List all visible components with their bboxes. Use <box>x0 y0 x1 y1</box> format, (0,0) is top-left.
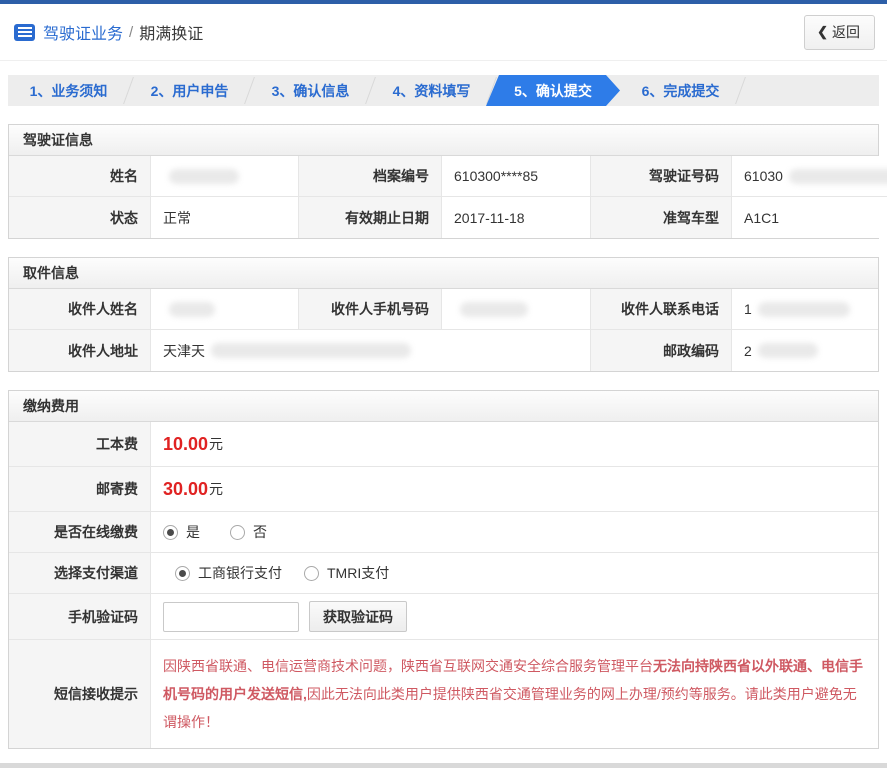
name-label: 姓名 <box>9 156 151 197</box>
payment-section-title: 缴纳费用 <box>9 391 878 422</box>
sms-code-input[interactable] <box>163 601 299 632</box>
recipient-address-value: 天津天 <box>151 330 591 371</box>
online-payment-label: 是否在线缴费 <box>9 512 151 553</box>
name-value <box>151 156 299 197</box>
file-number-value: 610300****85 <box>442 156 591 197</box>
step-6-complete-submit[interactable]: 6、完成提交 <box>620 75 746 106</box>
breadcrumb-current-page: 期满换证 <box>139 26 204 43</box>
vehicle-class-label: 准驾车型 <box>591 197 732 238</box>
status-label: 状态 <box>9 197 151 238</box>
online-no-label: 否 <box>253 524 267 540</box>
step-3-confirm-info[interactable]: 3、确认信息 <box>250 75 376 106</box>
bottom-edge-bar <box>0 763 887 768</box>
online-yes-label: 是 <box>186 524 200 540</box>
postcode-label: 邮政编码 <box>591 330 732 371</box>
recipient-name-label: 收件人姓名 <box>9 289 151 330</box>
back-button-label: 返回 <box>832 23 860 40</box>
payment-section: 缴纳费用 工本费 10.00 元 邮寄费 30.00 元 是否在线缴费 是 否 选择… <box>8 390 879 749</box>
recipient-phone-value: 1 <box>732 289 878 330</box>
step-5-confirm-submit[interactable]: 5、确认提交 <box>486 75 620 106</box>
page-header: 驾驶证业务 / 期满换证 ❮ 返回 <box>0 4 887 61</box>
breadcrumb-separator: / <box>129 23 134 41</box>
license-number-label: 驾驶证号码 <box>591 156 732 197</box>
file-number-label: 档案编号 <box>299 156 442 197</box>
payment-channel-label: 选择支付渠道 <box>9 553 151 594</box>
tmri-pay-label: TMRI支付 <box>327 565 390 581</box>
tmri-pay-radio[interactable] <box>304 565 319 581</box>
license-info-section: 驾驶证信息 姓名 档案编号 610300****85 驾驶证号码 61030 状… <box>8 124 887 239</box>
recipient-name-value <box>151 289 299 330</box>
license-section-title: 驾驶证信息 <box>9 125 878 156</box>
step-1-business-notes[interactable]: 1、业务须知 <box>8 75 134 106</box>
production-fee-value: 10.00 元 <box>151 422 878 467</box>
vehicle-class-value: A1C1 <box>732 197 887 238</box>
sms-code-label: 手机验证码 <box>9 594 151 640</box>
sms-notice-text: 因陕西省联通、电信运营商技术问题，陕西省互联网交通安全综合服务管理平台无法向持陕… <box>151 640 878 748</box>
pickup-info-section: 取件信息 收件人姓名 收件人手机号码 收件人联系电话 1 收件人地址 天津天 邮… <box>8 257 879 372</box>
status-value: 正常 <box>151 197 299 238</box>
production-fee-label: 工本费 <box>9 422 151 467</box>
sms-code-row: 获取验证码 <box>151 594 878 640</box>
sms-notice-label: 短信接收提示 <box>9 640 151 748</box>
step-2-user-declaration[interactable]: 2、用户申告 <box>129 75 255 106</box>
online-no-radio[interactable] <box>230 524 245 540</box>
recipient-mobile-value <box>442 289 591 330</box>
payment-channel-options: 工商银行支付 TMRI支付 <box>151 553 878 594</box>
license-business-icon <box>14 23 35 41</box>
recipient-phone-label: 收件人联系电话 <box>591 289 732 330</box>
pickup-section-title: 取件信息 <box>9 258 878 289</box>
license-number-value: 61030 <box>732 156 887 197</box>
step-4-fill-data[interactable]: 4、资料填写 <box>371 75 497 106</box>
step-bar-tail <box>741 75 879 106</box>
icbc-pay-label: 工商银行支付 <box>198 565 282 581</box>
back-button[interactable]: ❮ 返回 <box>804 14 875 50</box>
breadcrumb-business-type: 驾驶证业务 <box>43 26 124 43</box>
expiry-date-label: 有效期止日期 <box>299 197 442 238</box>
online-payment-options: 是 否 <box>151 512 878 553</box>
postage-fee-label: 邮寄费 <box>9 467 151 512</box>
step-progress-bar: 1、业务须知 2、用户申告 3、确认信息 4、资料填写 5、确认提交 6、完成提… <box>8 75 879 106</box>
expiry-date-value: 2017-11-18 <box>442 197 591 238</box>
recipient-address-label: 收件人地址 <box>9 330 151 371</box>
postage-fee-value: 30.00 元 <box>151 467 878 512</box>
get-sms-code-button[interactable]: 获取验证码 <box>309 601 407 632</box>
recipient-mobile-label: 收件人手机号码 <box>299 289 442 330</box>
postcode-value: 2 <box>732 330 878 371</box>
icbc-pay-radio[interactable] <box>175 565 190 581</box>
online-yes-radio[interactable] <box>163 524 178 540</box>
back-chevron-icon: ❮ <box>817 23 828 39</box>
